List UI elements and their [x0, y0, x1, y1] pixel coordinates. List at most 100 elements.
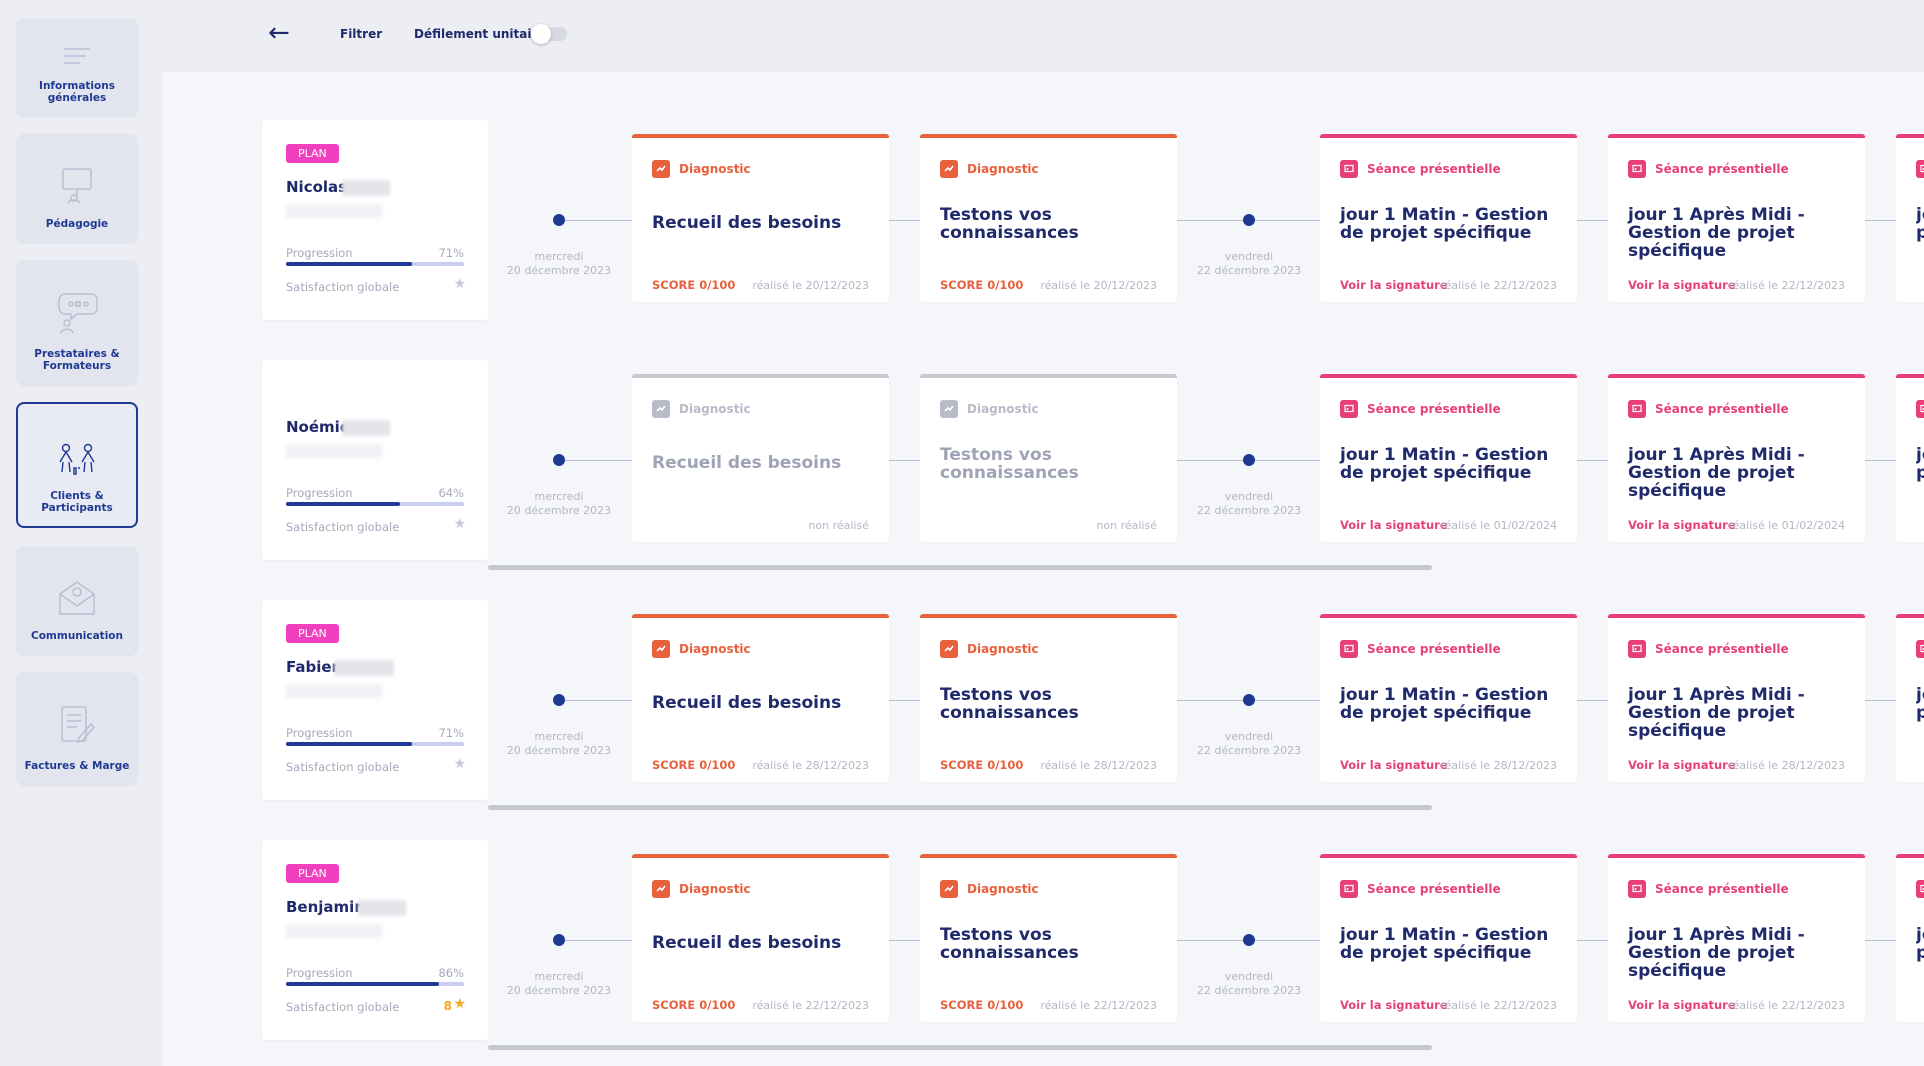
back-arrow-icon[interactable]: ←	[268, 20, 290, 46]
sidebar-item-label: Communication	[31, 630, 123, 642]
card-type-label: Séance présentielle	[1655, 402, 1789, 416]
card-type: Diagnostic	[940, 640, 1039, 658]
presentation-icon	[1916, 400, 1924, 418]
view-signature-link[interactable]: Voir la signature	[1628, 998, 1736, 1012]
star-icon: ★	[453, 276, 466, 292]
timeline-line	[1577, 940, 1608, 941]
timeline-dot	[1243, 214, 1255, 226]
session-card-partial[interactable]: jo p	[1896, 374, 1924, 542]
view-signature-link[interactable]: Voir la signature	[1340, 758, 1448, 772]
timeline-date: mercredi 20 décembre 2023	[506, 730, 612, 757]
satisfaction-label: Satisfaction globale	[286, 760, 400, 774]
redacted-lastname	[334, 660, 394, 676]
diagnostic-card[interactable]: Diagnostic Testons vos connaissances non r…	[920, 374, 1177, 542]
horizontal-scrollbar[interactable]	[488, 1045, 1432, 1050]
sidebar-item-informations[interactable]: Informations générales	[16, 18, 138, 118]
presentation-icon	[1628, 640, 1646, 658]
completion-date: réalisé le 28/12/2023	[1040, 759, 1157, 772]
completion-date: non réalisé	[808, 519, 869, 532]
view-signature-link[interactable]: Voir la signature	[1628, 758, 1736, 772]
participant-card[interactable]: PLAN Nicolas Progression 71% Satisfaction gl…	[262, 120, 488, 320]
horizontal-scrollbar[interactable]	[488, 805, 1432, 810]
session-card[interactable]: Séance présentielle jour 1 Matin - Gestio…	[1320, 374, 1577, 542]
progress-bar-fill	[286, 982, 440, 986]
session-card[interactable]: Séance présentielle jour 1 Après Midi - G…	[1608, 614, 1865, 782]
participant-card[interactable]: PLAN Fabien Progression 71% Satisfaction glo…	[262, 600, 488, 800]
satisfaction-score: 8	[443, 999, 452, 1013]
presentation-icon	[1340, 640, 1358, 658]
view-signature-link[interactable]: Voir la signature	[1340, 518, 1448, 532]
view-signature-link[interactable]: Voir la signature	[1340, 998, 1448, 1012]
diagnostic-card[interactable]: Diagnostic Testons vos connaissances SCORE…	[920, 614, 1177, 782]
timeline-dot	[1243, 694, 1255, 706]
sidebar-item-communication[interactable]: Communication	[16, 546, 138, 656]
participant-card[interactable]: Noémie Progression 64% Satisfaction globale…	[262, 360, 488, 560]
card-type: Séance présentielle	[1340, 160, 1501, 178]
card-title: jo p	[1916, 686, 1924, 722]
session-card-partial[interactable]: jo p	[1896, 134, 1924, 302]
card-title: jour 1 Matin - Gestion de projet spécifi…	[1340, 205, 1549, 243]
sidebar-item-pedagogie[interactable]: Pédagogie	[16, 134, 138, 244]
diagnostic-card[interactable]: Diagnostic Recueil des besoins non réalisé	[632, 374, 889, 542]
diagnostic-card[interactable]: Diagnostic Recueil des besoins SCORE 0/100…	[632, 134, 889, 302]
sidebar-item-clients[interactable]: Clients & Participants	[16, 402, 138, 528]
card-title: Testons vos connaissances	[940, 445, 1079, 483]
session-card[interactable]: Séance présentielle jour 1 Après Midi - G…	[1608, 134, 1865, 302]
diagnostic-card[interactable]: Diagnostic Testons vos connaissances SCORE…	[920, 134, 1177, 302]
diagnostic-card[interactable]: Diagnostic Recueil des besoins SCORE 0/100…	[632, 854, 889, 1022]
view-signature-link[interactable]: Voir la signature	[1628, 518, 1736, 532]
timeline-line	[562, 220, 632, 221]
timeline-line	[889, 220, 920, 221]
timeline-line	[889, 700, 920, 701]
timeline-dot	[553, 214, 565, 226]
timeline-dot	[1243, 454, 1255, 466]
participant-card[interactable]: PLAN Benjamin Progression 86% Satisfaction g…	[262, 840, 488, 1040]
sidebar-item-factures[interactable]: Factures & Marge	[16, 672, 138, 786]
session-card-partial[interactable]: jo p	[1896, 614, 1924, 782]
chart-icon	[940, 160, 958, 178]
session-card[interactable]: Séance présentielle jour 1 Matin - Gestio…	[1320, 134, 1577, 302]
completion-date: réalisé le 22/12/2023	[1440, 279, 1557, 292]
view-signature-link[interactable]: Voir la signature	[1340, 278, 1448, 292]
session-card[interactable]: Séance présentielle jour 1 Matin - Gestio…	[1320, 854, 1577, 1022]
card-type: Séance présentielle	[1340, 640, 1501, 658]
unit-scroll-toggle[interactable]	[531, 24, 567, 44]
diagnostic-card[interactable]: Diagnostic Recueil des besoins SCORE 0/100…	[632, 614, 889, 782]
timeline-line	[1577, 700, 1608, 701]
card-type-label: Séance présentielle	[1367, 162, 1501, 176]
session-card[interactable]: Séance présentielle jour 1 Matin - Gestio…	[1320, 614, 1577, 782]
sidebar-item-label: Prestataires & Formateurs	[34, 348, 120, 372]
progression-label: Progression	[286, 246, 353, 260]
completion-date: réalisé le 22/12/2023	[1040, 999, 1157, 1012]
sidebar-item-prestataires[interactable]: Prestataires & Formateurs	[16, 260, 138, 386]
session-card-partial[interactable]: jo p	[1896, 854, 1924, 1022]
timeline-dot	[553, 694, 565, 706]
progression-value: 71%	[438, 726, 464, 740]
card-title: Recueil des besoins	[652, 453, 842, 473]
card-type: Diagnostic	[652, 400, 751, 418]
card-type-label: Séance présentielle	[1655, 642, 1789, 656]
completion-date: réalisé le 01/02/2024	[1440, 519, 1557, 532]
score-label: SCORE 0/100	[652, 998, 736, 1012]
card-title: jo p	[1916, 446, 1924, 482]
timeline-line	[562, 460, 632, 461]
card-type-label: Diagnostic	[967, 642, 1039, 656]
card-type: Diagnostic	[652, 640, 751, 658]
timeline-line	[1577, 220, 1608, 221]
invoice-icon	[61, 706, 95, 744]
session-card[interactable]: Séance présentielle jour 1 Après Midi - G…	[1608, 854, 1865, 1022]
participant-row: PLAN Benjamin Progression 86% Satisfaction g…	[162, 840, 1924, 1050]
card-type-label: Séance présentielle	[1655, 882, 1789, 896]
timeline-date: vendredi 22 décembre 2023	[1196, 970, 1302, 997]
card-type	[1916, 160, 1924, 178]
progression-label: Progression	[286, 486, 353, 500]
completion-date: réalisé le 22/12/2023	[1440, 999, 1557, 1012]
view-signature-link[interactable]: Voir la signature	[1628, 278, 1736, 292]
diagnostic-card[interactable]: Diagnostic Testons vos connaissances SCORE…	[920, 854, 1177, 1022]
chart-icon	[652, 160, 670, 178]
filter-button[interactable]: Filtrer	[340, 27, 382, 41]
horizontal-scrollbar[interactable]	[488, 565, 1432, 570]
participant-name: Nicolas	[286, 178, 348, 196]
sidebar: Informations générales Pédagogie Prestat…	[0, 0, 162, 1066]
session-card[interactable]: Séance présentielle jour 1 Après Midi - G…	[1608, 374, 1865, 542]
